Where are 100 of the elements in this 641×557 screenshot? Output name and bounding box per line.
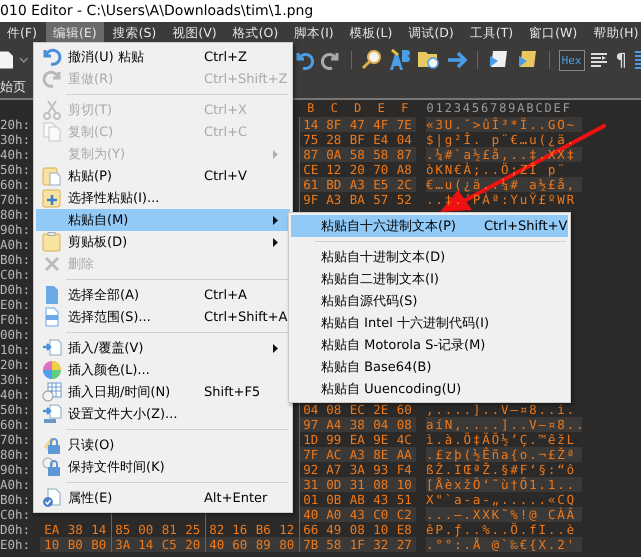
menu-item[interactable]: 粘贴自源代码(S) (291, 290, 568, 312)
offset-label: 80h: (0, 207, 32, 222)
menu-item[interactable]: 粘贴自(M) (36, 209, 290, 231)
undo-icon (42, 47, 62, 67)
ascii-header: 0123456789ABCDEF (426, 101, 573, 116)
hex-byte: 14 (298, 117, 322, 132)
menu-bar-item[interactable]: 窗口(W) (522, 22, 584, 45)
ascii-text: $|g²Î. p¨€…u(¿ä. (426, 132, 576, 147)
hex-byte: 8F (322, 117, 346, 132)
hex-byte: 38 (346, 417, 369, 432)
hex-byte: 80 (275, 537, 298, 552)
folder-search-icon[interactable] (416, 49, 441, 71)
menu-item[interactable]: 粘贴自 Base64(B) (291, 356, 568, 378)
hex-byte: 61 (298, 177, 322, 192)
bars-icon[interactable] (635, 50, 641, 70)
menu-item[interactable]: 粘贴自 Uuencoding(U) (291, 378, 568, 400)
menu-bar-item[interactable]: 模板(L) (342, 22, 400, 45)
hex-byte: 04 (396, 132, 413, 147)
replace-icon[interactable] (388, 48, 412, 72)
menu-item[interactable]: 粘贴自十六进制文本(P) Ctrl+Shift+V (291, 215, 568, 237)
hex-view-button[interactable]: Hex (558, 50, 585, 70)
lines-icon[interactable] (590, 51, 608, 69)
menu-bar-item[interactable]: 工具(T) (462, 22, 520, 45)
menu-bar-item[interactable]: 格式(O) (226, 22, 286, 45)
offset-label: B0h: (0, 252, 32, 267)
offset-label: 60h: (0, 177, 32, 192)
search-icon[interactable] (360, 49, 383, 71)
dropdown-caret-icon[interactable] (19, 57, 29, 63)
hex-byte: 10 (392, 477, 416, 492)
menu-item[interactable]: 插入颜色(L)... (36, 359, 290, 381)
menu-item[interactable]: 选择全部(A) Ctrl+A (36, 284, 290, 306)
menu-bar-item[interactable]: 帮助(H) (586, 22, 641, 45)
hex-byte: 51 (396, 492, 413, 507)
menu-item[interactable]: 选择性粘贴(I)... (36, 187, 290, 209)
hex-byte: E5 (369, 177, 392, 192)
hex-byte: 12 (325, 162, 342, 177)
hex-byte: 43 (372, 492, 390, 507)
column-header: B (306, 101, 316, 116)
hex-byte: 43 (346, 507, 369, 522)
offset-label: 20h: (0, 357, 32, 372)
hex-byte: A8 (396, 162, 413, 177)
hex-byte: 57 (372, 192, 390, 207)
hex-byte: 38 (66, 522, 84, 537)
menu-item[interactable]: 剪贴板(D) (36, 231, 290, 253)
menu-item[interactable]: 设置文件大小(Z)... (36, 403, 290, 425)
hex-byte: 25 (184, 522, 202, 537)
hex-byte: 87 (392, 147, 416, 162)
hex-byte: 28 (325, 132, 342, 147)
hex-byte: BF (348, 132, 366, 147)
hex-byte: 04 (369, 417, 392, 432)
menu-bar-item[interactable]: 调试(D) (401, 22, 461, 45)
new-file-icon[interactable] (0, 50, 14, 70)
file-size-icon (42, 404, 62, 424)
menu-item[interactable]: 属性(E) Alt+Enter (36, 487, 290, 509)
offset-label: 10h: (0, 342, 32, 357)
start-page-tab[interactable]: 始页 (0, 75, 34, 98)
ascii-text: ...–.XXK˜%!@ CÀÂ (426, 507, 576, 522)
copy-icon (42, 122, 62, 142)
ascii-text: X"`a-a-„.....«CQ (426, 492, 576, 507)
offset-label: 70h: (0, 432, 32, 447)
hex-byte: 40 (204, 537, 228, 552)
hex-byte: 27 (392, 537, 416, 552)
column-header: E (376, 101, 386, 116)
scissors-icon (42, 100, 62, 120)
hex-byte: 7B (298, 537, 322, 552)
hex-byte: AB (348, 492, 366, 507)
menu-item[interactable]: 插入/覆盖(V) (36, 337, 290, 359)
menu-bar-item[interactable]: 搜索(S) (106, 22, 164, 45)
color-wheel-icon (42, 360, 62, 380)
menu-item[interactable]: 只读(O) (36, 434, 290, 456)
hex-byte: 31 (346, 477, 369, 492)
cross-icon (42, 254, 62, 274)
menu-bar-item[interactable]: 视图(V) (165, 22, 224, 45)
hex-byte: A0 (322, 507, 346, 522)
menu-item[interactable]: 粘贴(P) Ctrl+V (36, 165, 290, 187)
menu-bar-item[interactable]: 脚本(I) (287, 22, 341, 45)
hex-byte: 7F (298, 447, 322, 462)
hex-byte: 31 (298, 477, 322, 492)
menu-bar-item[interactable]: 件(F) (0, 22, 44, 45)
menu-item[interactable]: 保持文件时间(K) (36, 456, 290, 478)
arrow-right-icon[interactable] (446, 49, 468, 71)
hex-byte: A3 (346, 447, 369, 462)
menu-item[interactable]: 粘贴自十进制文本(D) (291, 246, 568, 268)
show-whitespace-button[interactable]: ¶ (612, 50, 630, 70)
offset-label: 30h: (0, 372, 32, 387)
menu-item[interactable]: 撤消(U) 粘贴 Ctrl+Z (36, 46, 290, 68)
offset-label: C0h: (0, 507, 32, 522)
offset-label: A0h: (0, 237, 32, 252)
ascii-text: [ÅèxžÔ‘˜ù†Õ1.1.. (426, 477, 576, 492)
menu-item[interactable]: 插入日期/时间(N) Shift+F5 (36, 381, 290, 403)
offset-label: 40h: (0, 147, 32, 162)
hex-byte: 40 (298, 507, 322, 522)
hex-byte: E4 (372, 132, 390, 147)
menu-item[interactable]: 选择范围(S)... Ctrl+Shift+A (36, 306, 290, 328)
menu-item[interactable]: 粘贴自 Motorola S-记录(M) (291, 334, 568, 356)
menu-item[interactable]: 粘贴自二进制文本(I) (291, 268, 568, 290)
menu-item[interactable]: 粘贴自 Intel 十六进制代码(I) (291, 312, 568, 334)
redo-icon (42, 69, 62, 89)
hex-byte: 8E (369, 447, 392, 462)
hex-byte: 4F (369, 117, 392, 132)
